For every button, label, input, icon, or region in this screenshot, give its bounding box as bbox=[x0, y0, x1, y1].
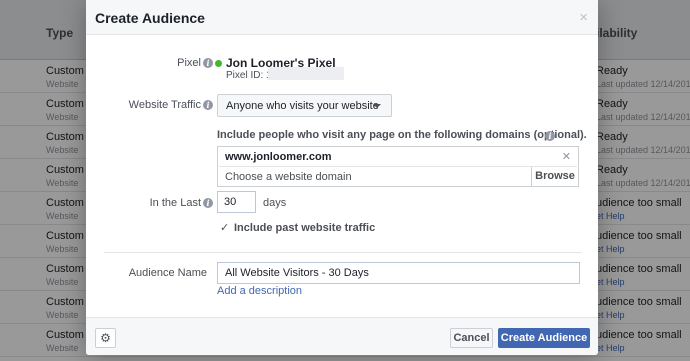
domain-input-box: www.jonloomer.com ✕ Browse bbox=[217, 146, 579, 187]
pixel-id-redacted bbox=[268, 67, 344, 80]
browse-button[interactable]: Browse bbox=[531, 167, 578, 186]
dialog-title: Create Audience bbox=[95, 10, 205, 26]
divider bbox=[104, 252, 582, 253]
gear-icon: ⚙ bbox=[100, 331, 111, 345]
pixel-id: Pixel ID: 1 bbox=[226, 70, 272, 81]
pixel-label: Pixel bbox=[177, 57, 201, 69]
domain-input[interactable] bbox=[219, 168, 531, 186]
website-traffic-selected: Anyone who visits your website bbox=[226, 100, 379, 112]
include-past-checkbox[interactable]: ✓ bbox=[220, 223, 230, 234]
audience-name-input[interactable] bbox=[217, 262, 580, 284]
info-icon[interactable]: i bbox=[203, 58, 213, 68]
days-input[interactable] bbox=[217, 191, 256, 213]
settings-button[interactable]: ⚙ bbox=[95, 328, 116, 348]
cancel-button[interactable]: Cancel bbox=[450, 328, 493, 348]
audience-name-label: Audience Name bbox=[128, 267, 207, 279]
pixel-status-dot bbox=[215, 60, 222, 67]
include-past-label[interactable]: Include past website traffic bbox=[234, 222, 375, 234]
in-the-last-label: In the Last bbox=[149, 197, 201, 209]
caret-down-icon bbox=[373, 104, 381, 108]
info-icon[interactable]: i bbox=[545, 131, 555, 141]
dialog-header: Create Audience × bbox=[86, 0, 598, 35]
website-traffic-label: Website Traffic bbox=[128, 99, 201, 111]
days-unit-label: days bbox=[263, 197, 287, 209]
dialog-footer: ⚙ Cancel Create Audience bbox=[86, 317, 598, 355]
domain-token: www.jonloomer.com ✕ bbox=[219, 148, 577, 167]
add-description-link[interactable]: Add a description bbox=[217, 285, 302, 297]
remove-domain-icon[interactable]: ✕ bbox=[562, 150, 571, 163]
close-icon[interactable]: × bbox=[579, 9, 588, 26]
create-audience-button[interactable]: Create Audience bbox=[498, 328, 590, 348]
create-audience-dialog: Create Audience × Pixel i Jon Loomer's P… bbox=[86, 0, 598, 355]
info-icon[interactable]: i bbox=[203, 198, 213, 208]
domains-title: Include people who visit any page on the… bbox=[217, 129, 587, 141]
website-traffic-select[interactable]: Anyone who visits your website bbox=[217, 94, 392, 117]
info-icon[interactable]: i bbox=[203, 100, 213, 110]
domain-token-label: www.jonloomer.com bbox=[225, 151, 332, 163]
